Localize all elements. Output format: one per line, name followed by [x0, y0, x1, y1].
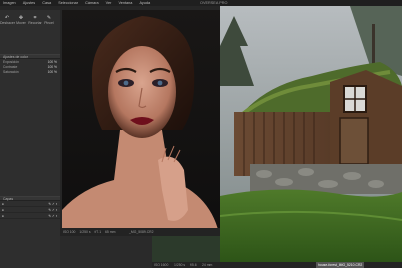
tool-pan[interactable]: ✥ Mover	[14, 16, 28, 26]
tool-crop[interactable]: ⌗ Recortar	[28, 16, 42, 26]
adjust-row-value: 100 %	[47, 65, 57, 69]
status-filename: house-forest_IMG_5210.CR2	[316, 262, 365, 268]
viewer-left[interactable]	[62, 10, 220, 238]
status-iso: ISO 1600	[154, 263, 169, 267]
layer-row[interactable]: ● ✎✓▪	[0, 202, 60, 207]
layer-row[interactable]: ● ✎✓▪	[0, 208, 60, 213]
eye-icon[interactable]: ●	[2, 208, 4, 213]
tool-undo[interactable]: ↶ Deshacer	[0, 16, 15, 26]
forest-house-photo	[220, 6, 402, 262]
eye-icon[interactable]: ●	[2, 214, 4, 219]
adjust-row[interactable]: Contraste 100 %	[0, 65, 60, 69]
right-image-overflow	[152, 236, 220, 262]
viewer-right[interactable]	[220, 6, 402, 262]
tool-row: ↶ Deshacer ✥ Mover ⌗ Recortar ✎ Pincel	[0, 16, 60, 26]
adjust-row-value: 100 %	[47, 60, 57, 64]
status-iso: ISO 100	[63, 230, 76, 234]
layers-header[interactable]: Capas	[0, 196, 60, 201]
status-aperture: f/7.1	[94, 230, 102, 234]
layer-row[interactable]: ● ✎✓▪	[0, 214, 60, 219]
status-focal: 24 mm	[202, 263, 213, 267]
adjust-row-label: Saturación	[3, 70, 19, 74]
layer-tools-icon[interactable]: ✎✓▪	[48, 208, 58, 213]
adjust-row-label: Exposición	[3, 60, 19, 64]
adjust-row[interactable]: Exposición 100 %	[0, 60, 60, 64]
portrait-photo	[62, 10, 220, 238]
tool-brush[interactable]: ✎ Pincel	[42, 16, 56, 26]
adjust-row-label: Contraste	[3, 65, 18, 69]
viewer-right-status: ISO 1600 1/250 s f/5.6 24 mm house-fores…	[152, 262, 402, 268]
tool-crop-label: Recortar	[28, 21, 42, 25]
left-panel: ↶ Deshacer ✥ Mover ⌗ Recortar ✎ Pincel A…	[0, 10, 61, 268]
status-shutter: 1/250 s	[174, 263, 186, 267]
color-adjust-header[interactable]: Ajustes de color	[0, 54, 60, 59]
status-aperture: f/5.6	[190, 263, 197, 267]
adjust-row-value: 100 %	[47, 70, 57, 74]
layer-tools-icon[interactable]: ✎✓▪	[48, 214, 58, 219]
status-shutter: 1/250 s	[79, 230, 91, 234]
layer-tools-icon[interactable]: ✎✓▪	[48, 202, 58, 207]
eye-icon[interactable]: ●	[2, 202, 4, 207]
adjust-row[interactable]: Saturación 100 %	[0, 70, 60, 74]
viewer-left-status: ISO 100 1/250 s f/7.1 65 mm _MG_5089.CR2	[60, 228, 220, 236]
status-filename: _MG_5089.CR2	[129, 230, 154, 234]
tool-brush-label: Pincel	[44, 21, 54, 25]
tool-undo-label: Deshacer	[0, 21, 15, 25]
tool-pan-label: Mover	[16, 21, 26, 25]
status-focal: 65 mm	[105, 230, 116, 234]
